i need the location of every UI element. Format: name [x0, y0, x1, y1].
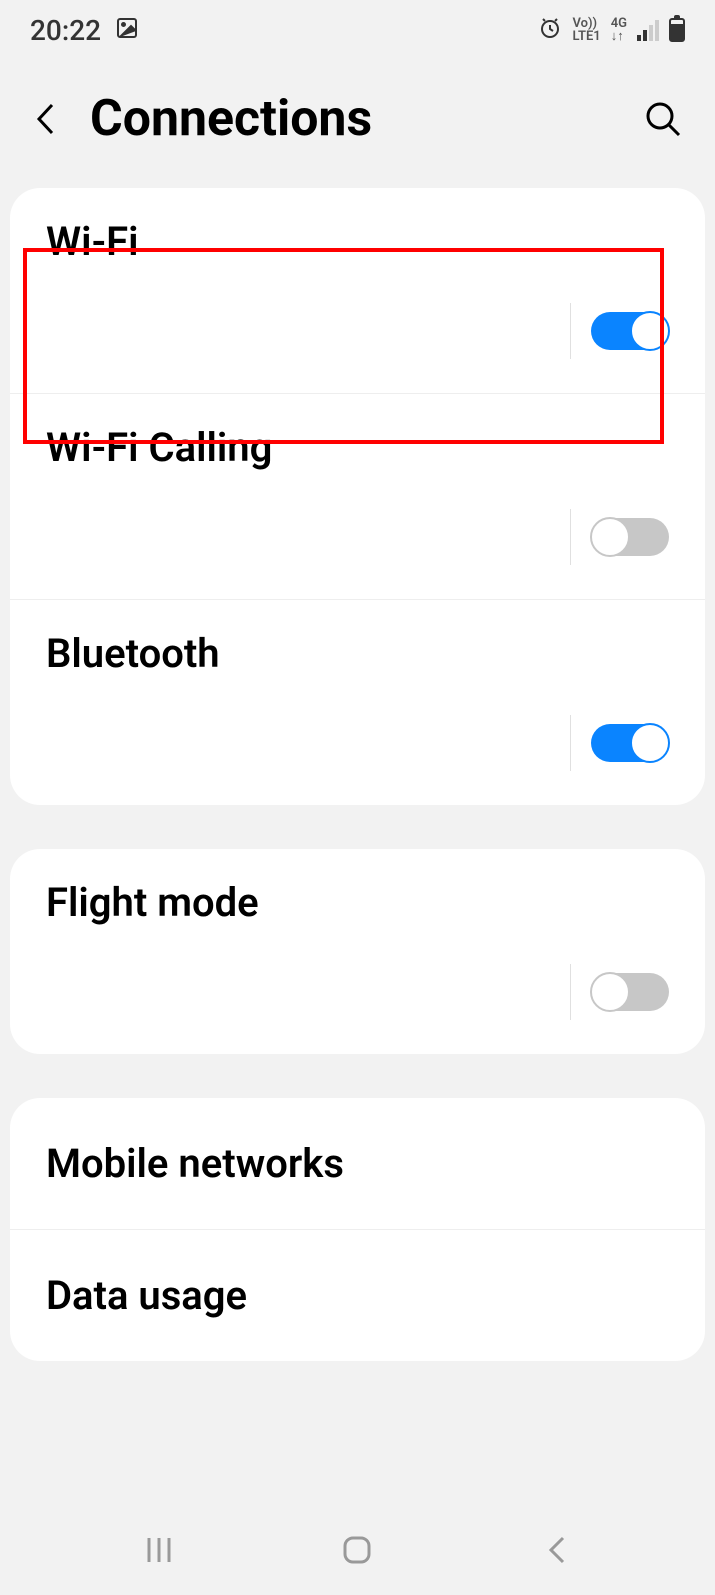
settings-item-bluetooth[interactable]: Bluetooth	[10, 599, 705, 805]
page-title: Connections	[90, 90, 611, 148]
settings-group: Flight mode	[10, 849, 705, 1054]
status-time: 20:22	[30, 14, 101, 47]
back-nav-button[interactable]	[532, 1526, 580, 1574]
toggle-divider	[570, 715, 571, 771]
setting-label: Flight mode	[46, 879, 669, 926]
settings-item-wifi-calling[interactable]: Wi-Fi Calling	[10, 393, 705, 599]
status-right: Vo)) LTE1 4G ↓↑	[538, 14, 685, 47]
bluetooth-toggle[interactable]	[591, 724, 669, 762]
settings-item-data-usage[interactable]: Data usage	[10, 1229, 705, 1361]
toggle-row	[46, 509, 669, 565]
settings-group: Wi-Fi Wi-Fi Calling Bluetooth	[10, 188, 705, 805]
settings-item-wifi[interactable]: Wi-Fi	[10, 188, 705, 393]
navigation-bar	[0, 1505, 715, 1595]
setting-label: Wi-Fi Calling	[46, 424, 669, 471]
page-header: Connections	[0, 60, 715, 188]
setting-label: Wi-Fi	[46, 218, 669, 265]
wifi-toggle[interactable]	[591, 312, 669, 350]
status-left: 20:22	[30, 14, 139, 47]
toggle-row	[46, 303, 669, 359]
toggle-divider	[570, 509, 571, 565]
status-bar: 20:22 Vo)) LTE1 4G ↓↑	[0, 0, 715, 60]
signal-icon	[637, 19, 659, 41]
settings-item-mobile-networks[interactable]: Mobile networks	[10, 1098, 705, 1229]
setting-label: Data usage	[46, 1272, 669, 1319]
settings-item-flight-mode[interactable]: Flight mode	[10, 849, 705, 1054]
recents-button[interactable]	[135, 1526, 183, 1574]
toggle-row	[46, 964, 669, 1020]
wifi-calling-toggle[interactable]	[591, 518, 669, 556]
search-button[interactable]	[641, 97, 685, 141]
flight-mode-toggle[interactable]	[591, 973, 669, 1011]
home-button[interactable]	[333, 1526, 381, 1574]
battery-icon	[669, 18, 685, 42]
toggle-divider	[570, 303, 571, 359]
alarm-icon	[538, 14, 562, 47]
toggle-divider	[570, 964, 571, 1020]
network-indicator: 4G ↓↑	[611, 17, 627, 43]
setting-label: Bluetooth	[46, 630, 669, 677]
setting-label: Mobile networks	[46, 1140, 669, 1187]
settings-group: Mobile networks Data usage	[10, 1098, 705, 1361]
volte-indicator: Vo)) LTE1	[572, 17, 600, 43]
picture-icon	[115, 14, 139, 47]
back-button[interactable]	[30, 99, 60, 139]
toggle-row	[46, 715, 669, 771]
